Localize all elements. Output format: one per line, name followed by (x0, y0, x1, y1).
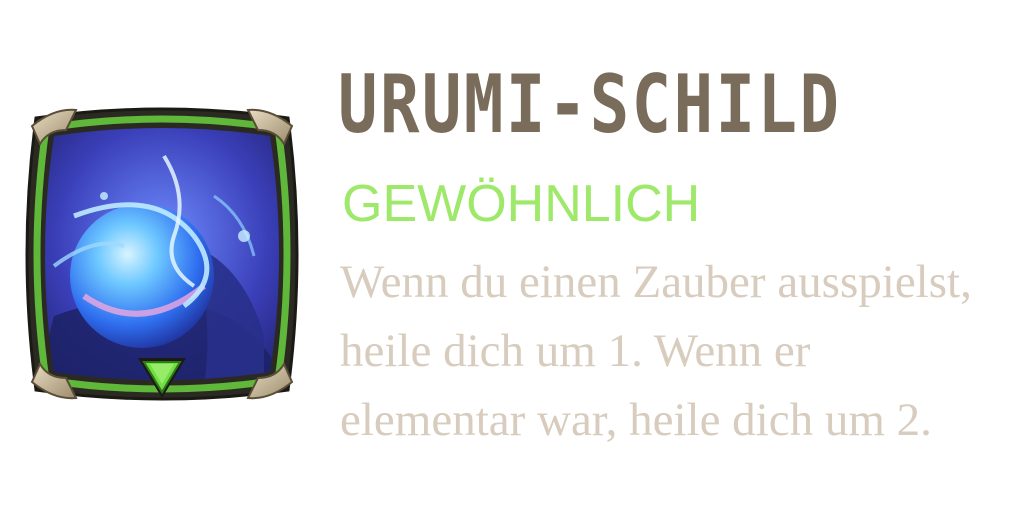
item-description: Wenn du einen Zauber ausspielst, heile d… (340, 256, 972, 446)
rarity-label: GEWÖHNLICH (342, 175, 701, 233)
item-card: URUMI-SCHILD GEWÖHNLICH Wenn du einen Za… (0, 0, 1024, 512)
water-orb-icon (14, 96, 310, 412)
item-title: URUMI-SCHILD (338, 58, 842, 151)
